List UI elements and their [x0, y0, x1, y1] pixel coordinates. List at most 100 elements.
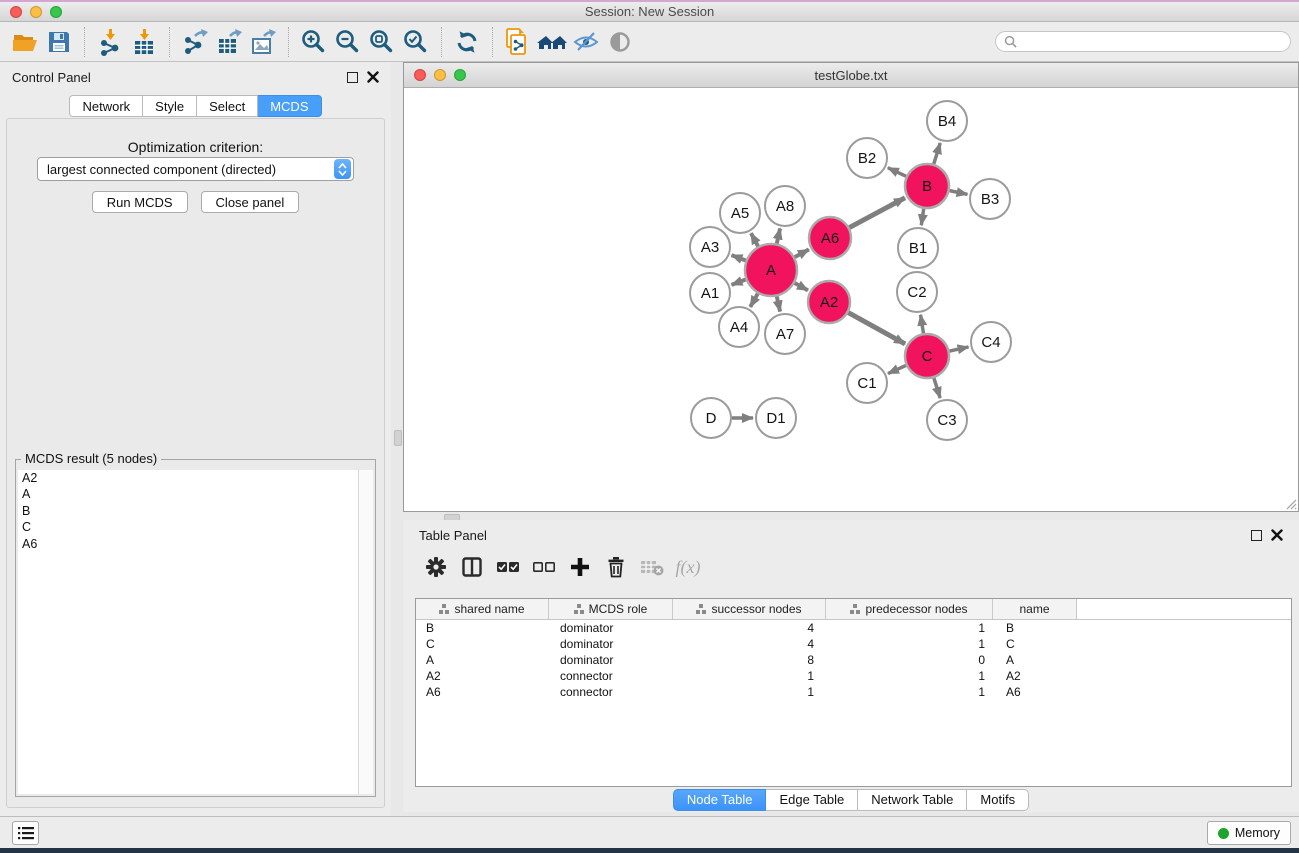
float-panel-icon[interactable]: [347, 72, 358, 83]
graph-node-B3[interactable]: B3: [970, 179, 1010, 219]
clone-network-icon[interactable]: [501, 26, 535, 58]
close-panel-button[interactable]: Close panel: [201, 191, 300, 213]
table-cell[interactable]: dominator: [549, 621, 673, 635]
table-cell[interactable]: dominator: [549, 653, 673, 667]
graph-edge-A2-C[interactable]: [848, 313, 905, 344]
table-row[interactable]: Bdominator41B: [416, 620, 1291, 636]
graph-edge-A-A5[interactable]: [751, 233, 758, 246]
table-cell[interactable]: A: [416, 653, 549, 667]
task-history-button[interactable]: [12, 821, 39, 845]
graph-edge-B-B4[interactable]: [934, 143, 940, 164]
refresh-icon[interactable]: [450, 26, 484, 58]
run-mcds-button[interactable]: Run MCDS: [92, 191, 188, 213]
graph-node-D[interactable]: D: [691, 398, 731, 438]
graph-node-A4[interactable]: A4: [719, 307, 759, 347]
column-header-predecessor-nodes[interactable]: predecessor nodes: [826, 599, 993, 619]
zoom-in-icon[interactable]: [297, 26, 331, 58]
table-cell[interactable]: 1: [826, 669, 993, 683]
zoom-selected-icon[interactable]: [399, 26, 433, 58]
graph-edge-A-A7[interactable]: [777, 296, 780, 311]
graph-node-A3[interactable]: A3: [690, 227, 730, 267]
save-session-icon[interactable]: [42, 26, 76, 58]
table-cell[interactable]: C: [993, 637, 1077, 651]
float-table-panel-icon[interactable]: [1251, 530, 1262, 541]
table-cell[interactable]: 8: [673, 653, 826, 667]
mcds-result-item[interactable]: C: [18, 519, 358, 535]
table-row[interactable]: Adominator80A: [416, 652, 1291, 668]
graph-node-C2[interactable]: C2: [897, 272, 937, 312]
graph-node-B1[interactable]: B1: [898, 228, 938, 268]
columns-icon[interactable]: [459, 554, 485, 580]
mcds-result-item[interactable]: A2: [18, 470, 358, 486]
mcds-result-list[interactable]: A2ABCA6: [18, 470, 358, 794]
import-table-icon[interactable]: [127, 26, 161, 58]
gear-icon[interactable]: [423, 554, 449, 580]
graph-edge-A-A1[interactable]: [732, 280, 746, 285]
graph-edge-C-C1[interactable]: [888, 365, 906, 373]
graph-node-A2[interactable]: A2: [808, 281, 850, 323]
graph-node-C3[interactable]: C3: [927, 400, 967, 440]
table-cell[interactable]: 0: [826, 653, 993, 667]
show-eye-icon[interactable]: [603, 26, 637, 58]
graph-node-A5[interactable]: A5: [720, 193, 760, 233]
table-cell[interactable]: A6: [416, 685, 549, 699]
tab-style[interactable]: Style: [143, 95, 197, 117]
export-table-icon[interactable]: [212, 26, 246, 58]
graph-node-B4[interactable]: B4: [927, 101, 967, 141]
table-cell[interactable]: 1: [826, 685, 993, 699]
memory-button[interactable]: Memory: [1207, 821, 1291, 845]
table-cell[interactable]: 1: [673, 669, 826, 683]
graph-node-C4[interactable]: C4: [971, 322, 1011, 362]
mcds-result-item[interactable]: B: [18, 503, 358, 519]
table-cell[interactable]: B: [993, 621, 1077, 635]
graph-edge-B-B2[interactable]: [888, 168, 906, 177]
graph-node-A8[interactable]: A8: [765, 186, 805, 226]
graph-edge-A-A8[interactable]: [777, 228, 780, 243]
network-canvas[interactable]: B4B2BB3A8A5A6A3B1AA1C2A2A4A7C4CC1DD1C3: [404, 88, 1298, 511]
table-cell[interactable]: 1: [673, 685, 826, 699]
homes-icon[interactable]: [535, 26, 569, 58]
tab-node-table[interactable]: Node Table: [673, 789, 767, 811]
graph-node-A[interactable]: A: [745, 244, 797, 296]
zoom-fit-icon[interactable]: [365, 26, 399, 58]
graph-edge-B-B1[interactable]: [921, 209, 923, 225]
graph-node-A6[interactable]: A6: [809, 217, 851, 259]
graph-node-D1[interactable]: D1: [756, 398, 796, 438]
graph-edge-A-A3[interactable]: [732, 255, 746, 260]
table-cell[interactable]: A2: [416, 669, 549, 683]
resize-grip-icon[interactable]: [1283, 496, 1297, 510]
tab-network[interactable]: Network: [69, 95, 143, 117]
graph-edge-C-C3[interactable]: [934, 378, 940, 398]
export-image-icon[interactable]: [246, 26, 280, 58]
node-table[interactable]: shared name MCDS role successor nodes pr…: [415, 598, 1292, 787]
function-icon[interactable]: f(x): [675, 554, 701, 580]
mcds-result-item[interactable]: A6: [18, 536, 358, 552]
table-cell[interactable]: 1: [826, 621, 993, 635]
column-header-mcds-role[interactable]: MCDS role: [549, 599, 673, 619]
tab-network-table[interactable]: Network Table: [858, 789, 967, 811]
table-row[interactable]: Cdominator41C: [416, 636, 1291, 652]
import-network-icon[interactable]: [93, 26, 127, 58]
deselect-all-icon[interactable]: [531, 554, 557, 580]
graph-edge-B-B3[interactable]: [950, 191, 968, 195]
graph-node-A7[interactable]: A7: [765, 314, 805, 354]
graph-node-C1[interactable]: C1: [847, 363, 887, 403]
tab-motifs[interactable]: Motifs: [967, 789, 1029, 811]
graph-edge-A6-B[interactable]: [849, 198, 905, 228]
table-cell[interactable]: A2: [993, 669, 1077, 683]
add-icon[interactable]: [567, 554, 593, 580]
open-file-icon[interactable]: [8, 26, 42, 58]
graph-node-B[interactable]: B: [905, 164, 949, 208]
table-cell[interactable]: 1: [826, 637, 993, 651]
mcds-result-item[interactable]: A: [18, 486, 358, 502]
table-cell[interactable]: C: [416, 637, 549, 651]
criterion-dropdown[interactable]: largest connected component (directed): [37, 157, 354, 181]
export-network-icon[interactable]: [178, 26, 212, 58]
table-cell[interactable]: connector: [549, 685, 673, 699]
table-cell[interactable]: dominator: [549, 637, 673, 651]
column-header-name[interactable]: name: [993, 599, 1077, 619]
close-panel-icon[interactable]: [367, 71, 379, 83]
table-cell[interactable]: 4: [673, 621, 826, 635]
table-cell[interactable]: connector: [549, 669, 673, 683]
graph-node-C[interactable]: C: [905, 334, 949, 378]
